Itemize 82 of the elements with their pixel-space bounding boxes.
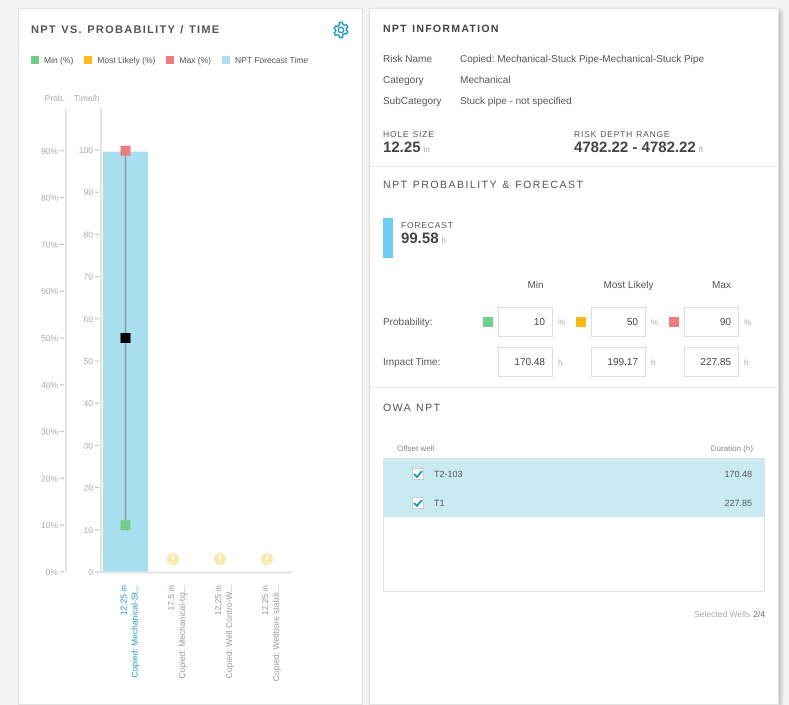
stat-value: 4782.22 - 4782.22: [574, 139, 696, 156]
axis-title: Time/h: [74, 93, 100, 103]
field-label: Risk Name: [383, 54, 433, 65]
axis-title: Prob.: [44, 93, 65, 103]
category-label[interactable]: Copied: Mechanical-St...: [130, 585, 140, 678]
unit-label: %: [651, 318, 658, 326]
legend-label: Most Likely (%): [97, 55, 156, 65]
input-field[interactable]: 170.48: [498, 347, 553, 377]
input-field[interactable]: 50: [591, 307, 646, 337]
section-title: NPT PROBABILITY & FORECAST: [383, 179, 586, 191]
tick-label: 0%: [46, 567, 58, 577]
unit-label: h: [651, 358, 656, 366]
table-cell: 227.85: [724, 498, 752, 508]
tick-label: 90: [84, 187, 93, 198]
footer-label: Selected Wells: [694, 609, 750, 619]
table-row[interactable]: T2-103 170.48: [384, 459, 764, 488]
stat-label: HOLE SIZE: [383, 129, 436, 139]
tick-label: 0: [88, 567, 93, 577]
tick-label: 60: [84, 314, 93, 324]
field-label: SubCategory: [383, 96, 442, 107]
unit-label: %: [744, 318, 752, 326]
tick-label: 50: [84, 356, 93, 366]
tick-label: 70: [84, 272, 93, 282]
tick-label: 20%: [40, 473, 58, 484]
warning-icon: [261, 553, 273, 565]
warning-icon: [214, 553, 226, 565]
footer-value: 2/4: [753, 609, 765, 619]
tick-label: 90%: [40, 146, 58, 156]
row-label: Probability:: [383, 316, 434, 328]
unit-label: %: [558, 318, 566, 326]
panel-title: NPT VS. PROBABILITY / TIME: [31, 24, 220, 36]
unit-label: in: [424, 145, 430, 154]
input-field[interactable]: 227.85: [684, 347, 739, 377]
tick-label: 60%: [40, 286, 58, 296]
tick-label: 100: [78, 145, 93, 155]
stat-label: RISK DEPTH RANGE: [574, 129, 672, 139]
forecast-value: 99.58: [401, 230, 439, 247]
unit-label: h: [442, 236, 446, 245]
field-label: Category: [383, 75, 425, 86]
column-header: Max: [711, 280, 732, 291]
field-value: Copied: Mechanical-Stuck Pipe-Mechanical-Stuck Pipe: [460, 54, 706, 65]
tick-label: 10: [84, 524, 93, 535]
tick-label: 40: [84, 398, 93, 408]
legend-label: NPT Forecast Time: [235, 55, 308, 65]
legend-label: Max (%): [179, 55, 212, 65]
unit-label: ft: [698, 145, 704, 154]
checkbox[interactable]: [412, 496, 424, 508]
field-value: Mechanical: [460, 75, 512, 86]
tick-label: 20: [84, 482, 93, 493]
section-title: NPT INFORMATION: [383, 23, 501, 35]
unit-label: h: [744, 358, 748, 366]
forecast-label: FORECAST: [401, 220, 454, 230]
category-size[interactable]: 12.25 in: [118, 585, 128, 616]
column-header: Min: [526, 280, 545, 291]
tick-label: 10%: [40, 520, 58, 530]
tick-label: 70%: [40, 239, 58, 250]
column-header: Offset well: [397, 444, 434, 453]
tick-label: 80%: [40, 192, 58, 203]
column-header: Duration (h): [710, 444, 753, 453]
tick-label: 30%: [40, 426, 58, 437]
input-field[interactable]: 10: [498, 307, 553, 337]
legend-label: Min (%): [44, 55, 74, 65]
tick-label: 40%: [40, 380, 58, 390]
input-field[interactable]: 90: [684, 307, 739, 337]
forecast-bar: [383, 218, 393, 258]
table-cell-text: T1: [434, 498, 446, 508]
tick-label: 80: [84, 229, 93, 240]
column-header: Most Likely: [602, 280, 654, 291]
table-row[interactable]: T1 227.85: [384, 488, 764, 517]
tick-label: 50%: [40, 333, 58, 343]
warning-icon: [167, 553, 179, 565]
table-cell-text: T2-103: [434, 468, 464, 478]
section-title: OWA NPT: [383, 402, 443, 414]
input-field[interactable]: 199.17: [591, 347, 646, 377]
row-label: Impact Time:: [383, 356, 442, 368]
table-cell: 170.48: [724, 468, 752, 478]
field-value: Stuck pipe - not specified: [460, 96, 573, 107]
tick-label: 30: [84, 440, 93, 450]
settings-icon[interactable]: [332, 21, 350, 39]
checkbox[interactable]: [412, 468, 424, 480]
unit-label: h: [558, 358, 562, 366]
stat-value: 12.25: [383, 139, 421, 156]
